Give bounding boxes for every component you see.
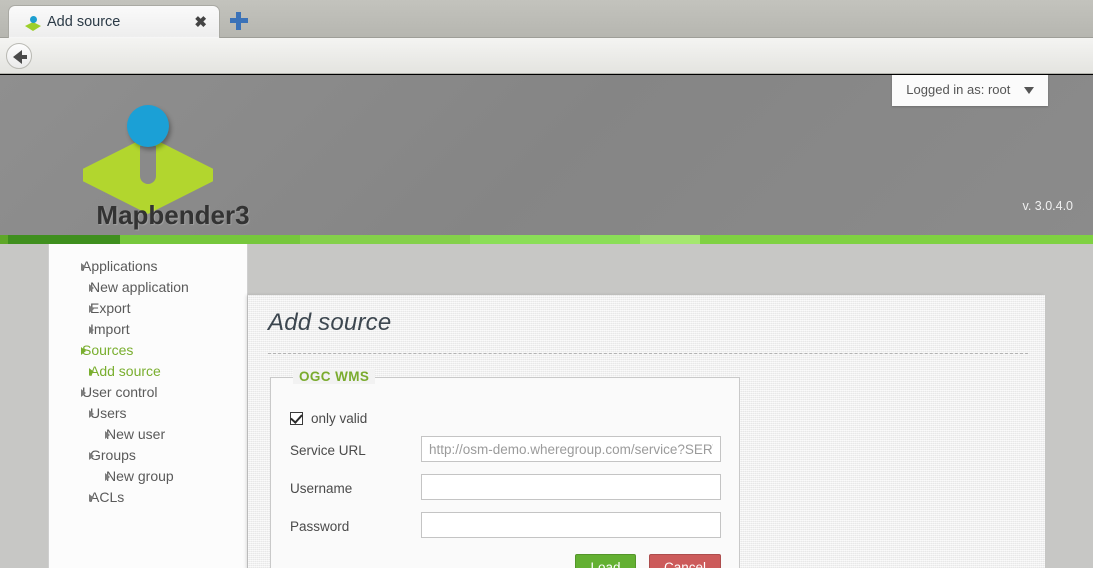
- caret-right-icon: [81, 347, 86, 355]
- divider: [268, 353, 1028, 354]
- caret-right-icon: [105, 431, 110, 439]
- logged-in-label: Logged in as: root: [906, 82, 1011, 97]
- back-button[interactable]: [6, 43, 32, 69]
- fieldset-legend: OGC WMS: [293, 369, 376, 384]
- sidebar-item-user-control[interactable]: User control: [49, 382, 249, 403]
- tab-title: Add source: [47, 14, 121, 30]
- caret-right-icon: [81, 389, 86, 397]
- sidebar-item-label: Groups: [90, 447, 136, 463]
- dialog-actions: Load Cancel: [566, 554, 721, 568]
- sidebar-item-label: New group: [106, 468, 174, 484]
- caret-right-icon: [89, 494, 94, 502]
- sidebar-item-label: New application: [90, 279, 189, 295]
- logo-pin-icon: [127, 105, 169, 147]
- only-valid-label: only valid: [311, 411, 368, 426]
- sidebar-item-label: Applications: [82, 258, 158, 274]
- only-valid-checkbox[interactable]: [290, 412, 303, 425]
- logged-in-badge[interactable]: Logged in as: root: [892, 75, 1048, 106]
- username-label: Username: [290, 481, 353, 496]
- sidebar-item-label: ACLs: [90, 489, 125, 505]
- caret-right-icon: [81, 263, 86, 271]
- add-source-panel: Add source OGC WMS only valid Service UR…: [248, 295, 1045, 568]
- sidebar-item-groups[interactable]: Groups: [49, 445, 249, 466]
- caret-right-icon: [89, 326, 94, 334]
- caret-right-icon: [89, 284, 94, 292]
- logo-text: Mapbender3: [96, 200, 250, 230]
- close-icon[interactable]: ✖: [194, 14, 207, 31]
- caret-right-icon: [105, 473, 110, 481]
- mapbender-favicon-icon: [25, 15, 41, 31]
- page-title: Add source: [268, 309, 392, 336]
- tab-strip: Add source ✖: [0, 0, 1093, 38]
- sidebar-item-export[interactable]: Export: [49, 298, 249, 319]
- sidebar-item-import[interactable]: Import: [49, 319, 249, 340]
- accent-stripe: [0, 235, 1093, 244]
- chevron-down-icon[interactable]: [1024, 87, 1034, 95]
- password-label: Password: [290, 519, 350, 534]
- tab-add-source[interactable]: Add source ✖: [8, 5, 220, 38]
- sidebar-item-label: Add source: [90, 363, 161, 379]
- service-url-input[interactable]: [421, 436, 721, 462]
- sidebar-item-new-application[interactable]: New application: [49, 277, 249, 298]
- ogc-wms-fieldset: OGC WMS only valid Service URL Username …: [270, 369, 740, 568]
- load-button[interactable]: Load: [575, 554, 636, 568]
- caret-right-icon: [89, 305, 94, 313]
- service-url-label: Service URL: [290, 443, 366, 458]
- navigation-toolbar: localhost/mapbender3/app.php/manager/rep…: [0, 38, 1093, 108]
- sidebar-nav: Applications New application Export Import S…: [49, 256, 249, 508]
- mapbender-logo[interactable]: Mapbender3: [78, 90, 278, 230]
- sidebar-item-label: Import: [90, 321, 130, 337]
- caret-right-icon: [89, 452, 94, 460]
- sidebar-item-users[interactable]: Users: [49, 403, 249, 424]
- sidebar-item-label: Users: [90, 405, 127, 421]
- sidebar-item-label: New user: [106, 426, 166, 442]
- sidebar-item-add-source[interactable]: Add source: [49, 361, 249, 382]
- new-tab-icon[interactable]: [230, 12, 248, 30]
- caret-right-icon: [89, 410, 94, 418]
- browser-window: Add source ✖ localhost/mapbender3/app.ph…: [0, 0, 1093, 568]
- caret-right-icon: [89, 368, 94, 376]
- sidebar-item-label: Export: [90, 300, 131, 316]
- sidebar-item-new-group[interactable]: New group: [49, 466, 249, 487]
- version-label: v. 3.0.4.0: [1022, 199, 1074, 213]
- sidebar-item-acls[interactable]: ACLs: [49, 487, 249, 508]
- sidebar-item-new-user[interactable]: New user: [49, 424, 249, 445]
- sidebar-item-applications[interactable]: Applications: [49, 256, 249, 277]
- sidebar-item-label: User control: [82, 384, 158, 400]
- page-viewport: Mapbender3 v. 3.0.4.0 Logged in as: root…: [0, 75, 1093, 568]
- sidebar: Applications New application Export Import S…: [48, 244, 248, 568]
- password-input[interactable]: [421, 512, 721, 538]
- cancel-button[interactable]: Cancel: [648, 554, 721, 568]
- sidebar-item-label: Sources: [82, 342, 134, 358]
- username-input[interactable]: [421, 474, 721, 500]
- sidebar-item-sources[interactable]: Sources: [49, 340, 249, 361]
- site-header: Mapbender3 v. 3.0.4.0 Logged in as: root: [0, 75, 1093, 235]
